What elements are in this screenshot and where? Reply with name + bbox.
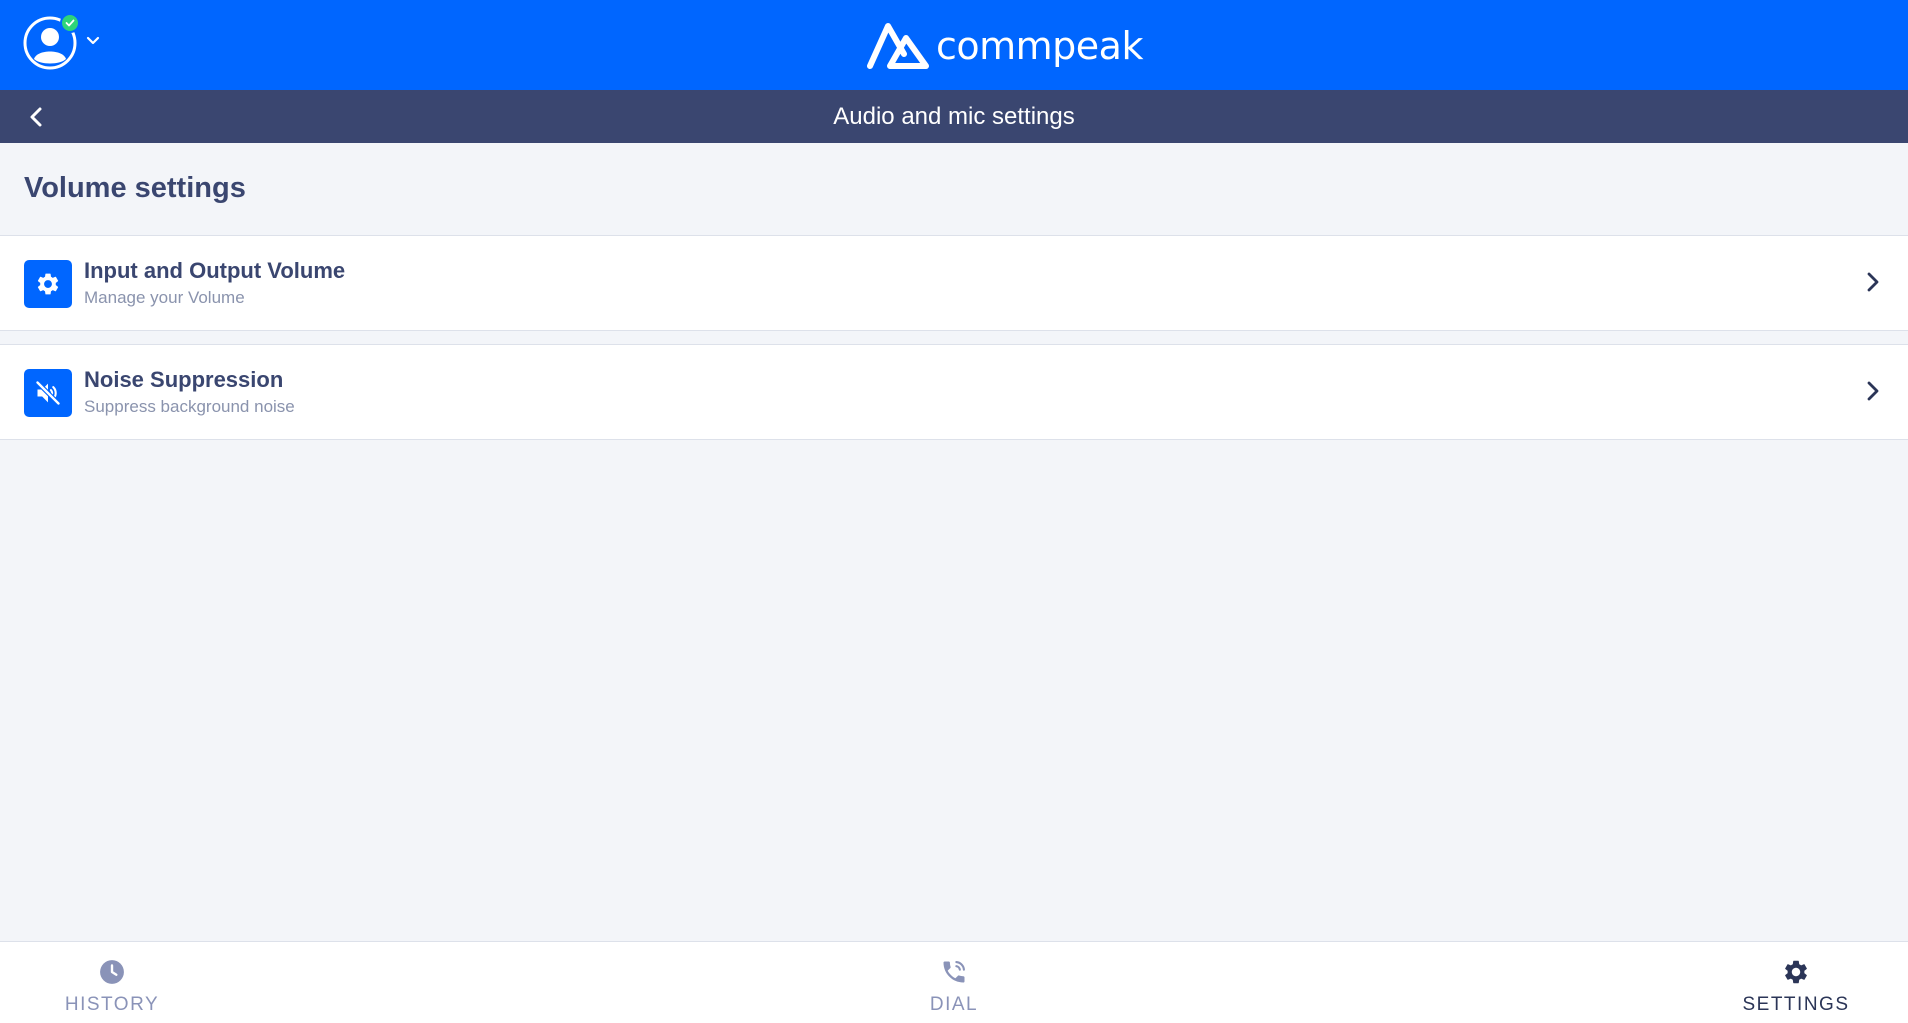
brand-logo: commpeak: [866, 18, 1143, 74]
nav-label: HISTORY: [64, 994, 160, 1015]
list-item-subtitle: Manage your Volume: [84, 288, 245, 307]
nav-label: SETTINGS: [1742, 994, 1850, 1015]
back-button[interactable]: [22, 103, 50, 131]
clock-icon: [99, 958, 125, 986]
brand-name: commpeak: [936, 24, 1143, 68]
page-header: Audio and mic settings: [0, 90, 1908, 143]
nav-dial[interactable]: DIAL: [864, 942, 1044, 1023]
nav-settings[interactable]: SETTINGS: [1706, 942, 1886, 1023]
list-item-input-output-volume[interactable]: Input and Output Volume Manage your Volu…: [0, 235, 1908, 331]
list-item-title: Noise Suppression: [84, 367, 284, 392]
avatar[interactable]: [22, 13, 80, 73]
chevron-right-icon: [1867, 381, 1879, 401]
gear-icon: [24, 260, 72, 308]
list-item-noise-suppression[interactable]: Noise Suppression Suppress background no…: [0, 344, 1908, 440]
list-item-subtitle: Suppress background noise: [84, 397, 295, 416]
chevron-left-icon: [30, 107, 42, 127]
gear-icon: [1782, 958, 1810, 986]
speaker-mute-icon: [24, 369, 72, 417]
chevron-down-icon[interactable]: [86, 36, 100, 46]
status-online-badge: [60, 13, 80, 33]
nav-label: DIAL: [929, 994, 979, 1015]
page-title: Audio and mic settings: [833, 103, 1075, 130]
top-bar: commpeak: [0, 0, 1908, 90]
nav-history[interactable]: HISTORY: [22, 942, 202, 1023]
chevron-right-icon: [1867, 272, 1879, 292]
list-item-title: Input and Output Volume: [84, 258, 346, 283]
bottom-nav: HISTORY DIAL SETTINGS: [0, 941, 1908, 1023]
check-icon: [65, 19, 75, 27]
phone-icon: [940, 958, 968, 986]
section-title: Volume settings: [24, 172, 246, 204]
commpeak-logo-icon: [867, 23, 929, 69]
